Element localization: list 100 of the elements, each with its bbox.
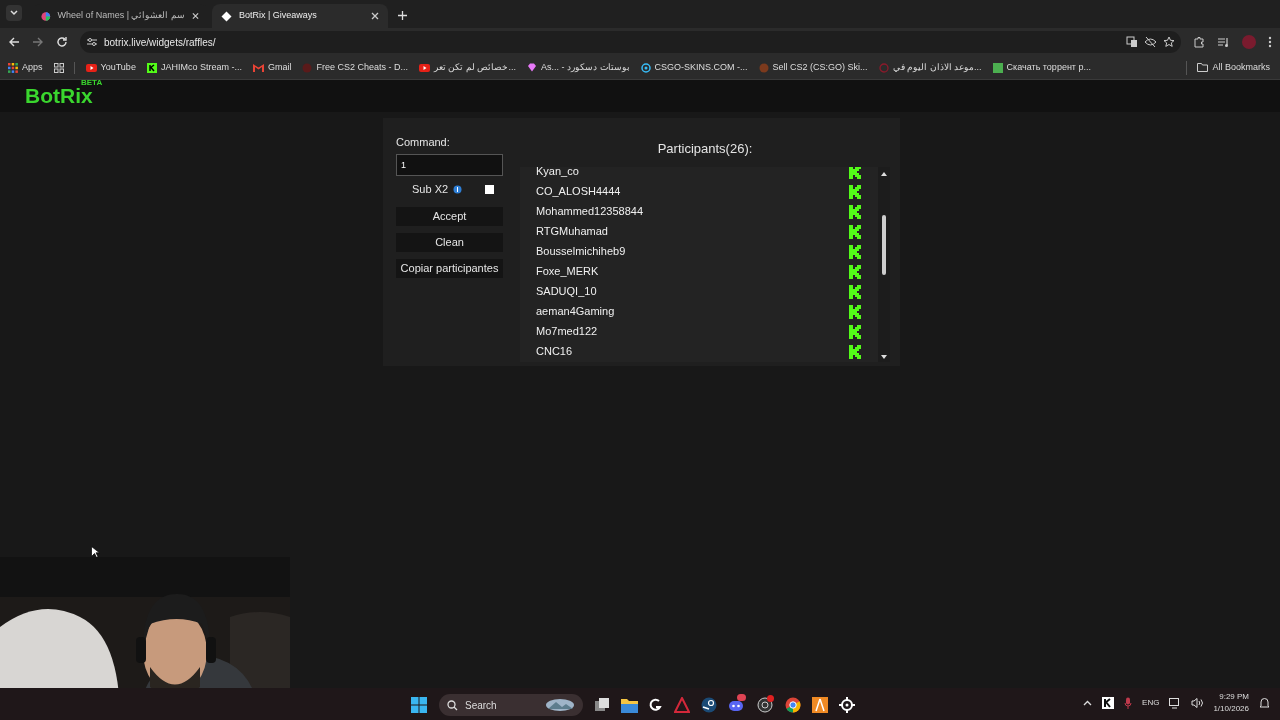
participant-name: Kyan_co bbox=[536, 166, 580, 180]
extensions-icon[interactable] bbox=[1193, 36, 1205, 48]
language-indicator[interactable]: ENG bbox=[1142, 697, 1160, 709]
close-icon[interactable] bbox=[192, 12, 199, 20]
bookmark-item[interactable]: As... - بوستات دسكورد bbox=[527, 60, 630, 75]
close-icon[interactable] bbox=[371, 12, 379, 20]
grid-icon[interactable] bbox=[53, 62, 64, 73]
steam-icon[interactable] bbox=[701, 697, 717, 713]
play-icon bbox=[85, 63, 97, 72]
participant-name: aeman4Gaming bbox=[536, 304, 616, 320]
browser-tab[interactable]: BotRix | Giveaways bbox=[212, 4, 388, 28]
command-field[interactable]: 1 bbox=[396, 153, 503, 176]
participant-name: Mohammed12358844 bbox=[536, 204, 645, 220]
microphone-icon[interactable] bbox=[1124, 697, 1133, 709]
network-icon[interactable] bbox=[1169, 697, 1182, 709]
k-logo-icon bbox=[146, 62, 157, 73]
obs-icon[interactable] bbox=[757, 696, 774, 714]
scroll-up-icon[interactable] bbox=[880, 170, 888, 177]
sub-x2-checkbox[interactable] bbox=[485, 185, 495, 194]
taskbar-search-field[interactable]: Search bbox=[439, 694, 583, 716]
chevron-down-icon bbox=[10, 10, 18, 16]
translate-icon[interactable] bbox=[1126, 36, 1138, 48]
participant-name: Bousselmichiheb9 bbox=[536, 244, 627, 260]
windows-start-icon[interactable] bbox=[410, 696, 428, 714]
play-icon bbox=[418, 63, 430, 72]
site-settings-icon[interactable] bbox=[86, 37, 98, 47]
clock[interactable]: 9:29 PM 1/10/2026 bbox=[1213, 691, 1249, 715]
color-wheel-icon bbox=[41, 10, 51, 22]
k-logo-icon bbox=[849, 264, 862, 279]
back-icon[interactable] bbox=[8, 36, 20, 48]
tab-title: BotRix | Giveaways bbox=[239, 9, 318, 23]
action-button[interactable]: Accept bbox=[396, 206, 503, 226]
bookmark-item[interactable]: موعد الاذان اليوم في... bbox=[878, 60, 982, 75]
bookmark-item[interactable]: JAHIMco Stream -... bbox=[146, 60, 242, 75]
forward-icon[interactable] bbox=[32, 36, 44, 48]
bookmark-item[interactable]: خصائص لم تكن تعر... bbox=[418, 60, 516, 75]
bookmark-item[interactable]: CSGO-SKINS.COM -... bbox=[640, 60, 748, 75]
target-icon bbox=[640, 62, 651, 73]
circle-logo-icon[interactable] bbox=[649, 698, 663, 712]
participant-name: CNC16 bbox=[536, 344, 574, 360]
round-icon bbox=[758, 62, 769, 73]
bookmark-item[interactable]: Скачать торрент р... bbox=[992, 60, 1091, 75]
k-logo-icon bbox=[849, 304, 862, 319]
chrome-icon[interactable] bbox=[785, 697, 801, 713]
triangle-logo-icon[interactable] bbox=[674, 697, 690, 713]
folder-icon bbox=[1197, 63, 1209, 72]
scroll-thumb[interactable] bbox=[882, 214, 886, 275]
k-logo-icon bbox=[849, 204, 862, 219]
apps-icon bbox=[8, 62, 18, 73]
k-logo-icon bbox=[849, 324, 862, 339]
k-logo-icon bbox=[849, 184, 862, 199]
discord-icon[interactable] bbox=[728, 697, 746, 713]
command-label: Command: bbox=[396, 135, 451, 150]
mouse-cursor-icon bbox=[91, 546, 100, 558]
gem-icon bbox=[527, 63, 537, 72]
k-logo-icon bbox=[849, 166, 862, 179]
url-text: botrix.live/widgets/raffles/ bbox=[104, 35, 217, 50]
k-logo-icon bbox=[849, 244, 862, 259]
menu-icon[interactable] bbox=[1268, 36, 1272, 48]
participant-name: CO_ALOSH4444 bbox=[536, 184, 622, 200]
square-icon bbox=[992, 62, 1003, 73]
bookmark-item[interactable]: YouTube bbox=[85, 60, 136, 75]
bookmark-item[interactable]: Apps bbox=[8, 60, 43, 75]
round-icon bbox=[302, 62, 313, 73]
k-logo-icon bbox=[849, 284, 862, 299]
participants-title: Participants(26): bbox=[656, 140, 754, 158]
participant-name: Mo7med122 bbox=[536, 324, 599, 340]
notifications-icon[interactable] bbox=[1259, 697, 1270, 709]
search-icon bbox=[447, 699, 458, 711]
k-logo-icon bbox=[849, 344, 862, 359]
new-tab-icon[interactable] bbox=[398, 11, 407, 20]
participant-name: RTGMuhamad bbox=[536, 224, 609, 240]
mail-icon bbox=[252, 63, 264, 72]
folder-icon[interactable] bbox=[621, 697, 638, 713]
sub-x2-label: Sub X2 bbox=[412, 182, 449, 198]
action-button[interactable]: Copiar participantes bbox=[396, 258, 503, 278]
info-icon[interactable] bbox=[453, 185, 463, 194]
eye-slash-icon[interactable] bbox=[1144, 36, 1157, 48]
bookmark-item[interactable]: Sell CS2 (CS:GO) Ski... bbox=[758, 60, 868, 75]
tab-list-button[interactable] bbox=[6, 5, 22, 21]
all-bookmarks-button[interactable]: All Bookmarks bbox=[1197, 60, 1270, 75]
landscape-icon bbox=[545, 698, 575, 712]
scroll-down-icon[interactable] bbox=[880, 353, 888, 360]
bookmark-item[interactable]: Gmail bbox=[252, 60, 292, 75]
k-logo-icon bbox=[849, 224, 862, 239]
star-icon[interactable] bbox=[1163, 36, 1175, 48]
participant-name: SADUQI_10 bbox=[536, 284, 598, 300]
task-view-icon[interactable] bbox=[594, 697, 610, 713]
ring-icon bbox=[878, 62, 889, 73]
speaker-icon[interactable] bbox=[1191, 698, 1204, 708]
action-button[interactable]: Clean bbox=[396, 232, 503, 252]
chevron-up-icon[interactable] bbox=[1083, 700, 1093, 706]
participant-name: Foxe_MERK bbox=[536, 264, 600, 280]
address-bar[interactable]: botrix.live/widgets/raffles/ bbox=[80, 31, 1181, 53]
tab-title: Wheel of Names | سم العشوائي bbox=[57, 9, 185, 23]
reload-icon[interactable] bbox=[56, 36, 68, 48]
bookmark-item[interactable]: Free CS2 Cheats - D... bbox=[302, 60, 408, 75]
tag-icon bbox=[221, 10, 232, 22]
k-tray-icon[interactable] bbox=[1102, 697, 1115, 709]
media-queue-icon[interactable] bbox=[1217, 36, 1230, 48]
